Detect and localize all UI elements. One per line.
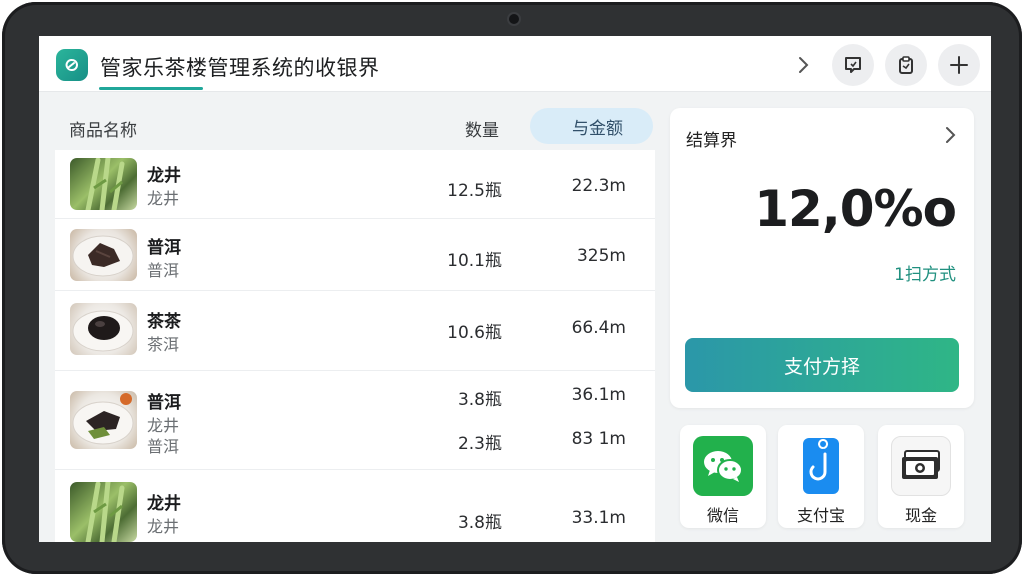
payment-count: 1扫方式 bbox=[894, 265, 956, 285]
payment-method-alipay[interactable]: 支付宝 bbox=[778, 425, 864, 528]
item-name: 茶茶 bbox=[147, 312, 181, 332]
more-button[interactable] bbox=[938, 44, 980, 86]
item-name: 普洱 bbox=[147, 238, 181, 258]
list-item[interactable]: 龙井 龙井 12.5瓶 22.3m bbox=[55, 150, 655, 219]
tablet-frame: 管家乐茶楼管理系统的收银界 商品名称 数量 与金额 龙井 龙井 12.5瓶 22… bbox=[2, 2, 1022, 574]
item-qty-2: 2.3瓶 bbox=[457, 434, 502, 454]
alipay-icon bbox=[791, 436, 851, 496]
payment-method-label: 支付宝 bbox=[796, 506, 845, 525]
wechat-icon bbox=[693, 436, 753, 496]
item-subtitle: 龙井 bbox=[147, 189, 180, 208]
clipboard-button[interactable] bbox=[885, 44, 927, 86]
payment-method-label: 微信 bbox=[706, 506, 739, 525]
item-qty: 10.6瓶 bbox=[447, 323, 502, 343]
list-item[interactable]: 普洱 普洱 10.1瓶 325m bbox=[55, 219, 655, 291]
message-icon bbox=[845, 57, 861, 73]
top-bar: 管家乐茶楼管理系统的收银界 bbox=[39, 36, 991, 92]
checkout-title: 结算界 bbox=[686, 131, 737, 151]
item-name: 龙井 bbox=[147, 166, 181, 186]
list-item[interactable]: 龙井 龙井 3.8瓶 33.1m bbox=[55, 470, 655, 542]
list-item[interactable]: 普洱 龙井 普洱 3.8瓶 36.1m 2.3瓶 83 1m bbox=[55, 371, 655, 470]
payment-method-cash[interactable]: 现金 bbox=[878, 425, 964, 528]
item-amount: 325m bbox=[576, 246, 626, 266]
item-qty: 3.8瓶 bbox=[457, 513, 502, 533]
payment-method-label: 现金 bbox=[904, 506, 937, 525]
item-qty: 3.8瓶 bbox=[457, 390, 502, 410]
pay-button[interactable]: 支付方择 bbox=[685, 338, 959, 392]
item-qty: 12.5瓶 bbox=[447, 181, 502, 201]
item-amount: 36.1m bbox=[571, 385, 626, 405]
column-header-amount[interactable]: 与金额 bbox=[530, 108, 653, 144]
item-amount: 66.4m bbox=[571, 318, 626, 338]
message-button[interactable] bbox=[832, 44, 874, 86]
payment-method-wechat[interactable]: 微信 bbox=[680, 425, 766, 528]
list-header: 商品名称 数量 与金额 bbox=[55, 108, 655, 144]
app-logo-icon bbox=[56, 49, 88, 81]
chevron-right-icon[interactable] bbox=[944, 126, 956, 148]
tea-leaves-thumbnail bbox=[70, 482, 137, 542]
item-subtitle: 普洱 bbox=[147, 261, 180, 280]
app-screen: 管家乐茶楼管理系统的收银界 商品名称 数量 与金额 龙井 龙井 12.5瓶 22… bbox=[39, 36, 991, 542]
title-active-indicator bbox=[99, 87, 203, 90]
page-title: 管家乐茶楼管理系统的收银界 bbox=[100, 56, 380, 80]
item-qty: 10.1瓶 bbox=[447, 251, 502, 271]
sparkle-icon bbox=[950, 56, 968, 74]
item-subtitle: 龙井 bbox=[147, 517, 180, 536]
item-amount: 33.1m bbox=[571, 508, 626, 528]
item-list: 龙井 龙井 12.5瓶 22.3m 普洱 普洱 10.1瓶 325m 茶茶 茶洱 bbox=[55, 150, 655, 542]
item-amount-2: 83 1m bbox=[571, 429, 626, 449]
dark-tea-plate-thumbnail bbox=[70, 229, 137, 281]
column-header-name: 商品名称 bbox=[69, 121, 137, 141]
cash-icon bbox=[891, 436, 951, 496]
chevron-right-icon[interactable] bbox=[791, 52, 815, 78]
tea-leaves-thumbnail bbox=[70, 158, 137, 210]
mixed-plate-thumbnail bbox=[70, 391, 137, 449]
item-subtitle: 茶洱 bbox=[147, 335, 180, 354]
total-amount: 12,0%o bbox=[754, 180, 957, 238]
camera-dot bbox=[509, 14, 519, 24]
item-name: 普洱 bbox=[147, 393, 181, 413]
tea-cake-plate-thumbnail bbox=[70, 303, 137, 355]
checkout-panel: 结算界 12,0%o 1扫方式 支付方择 bbox=[670, 108, 974, 408]
item-amount: 22.3m bbox=[571, 176, 626, 196]
list-item[interactable]: 茶茶 茶洱 10.6瓶 66.4m bbox=[55, 291, 655, 371]
item-name: 龙井 bbox=[147, 494, 181, 514]
column-header-qty[interactable]: 数量 bbox=[465, 116, 499, 141]
item-subtitle-2: 普洱 bbox=[147, 437, 180, 456]
clipboard-icon bbox=[899, 56, 913, 74]
